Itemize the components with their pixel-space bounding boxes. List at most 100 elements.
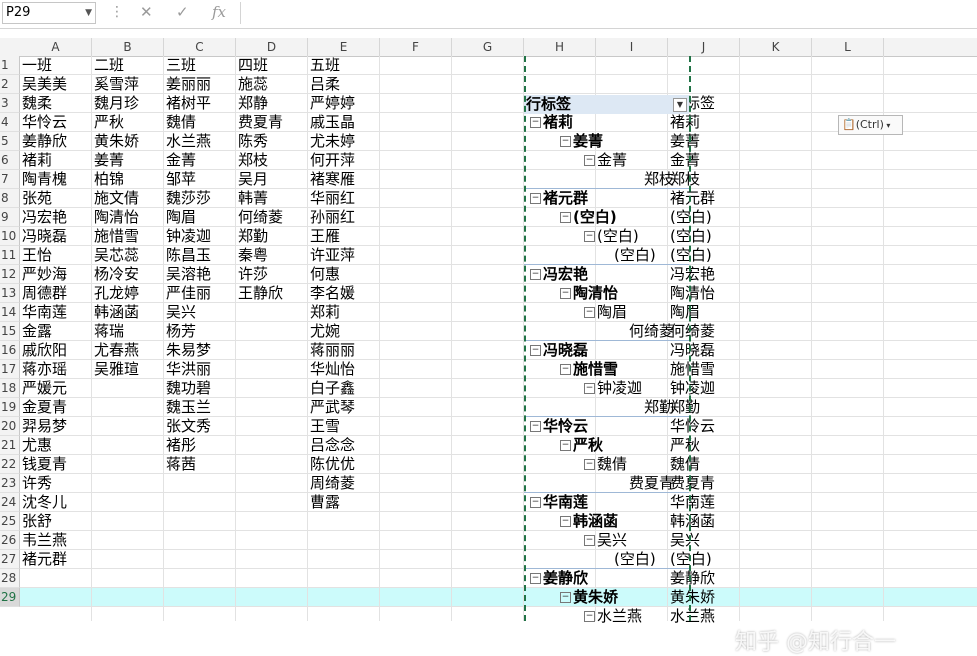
cell-e16[interactable]: 蒋丽丽 (310, 341, 355, 360)
row-header-15[interactable]: 15 (0, 322, 20, 341)
row-header-27[interactable]: 27 (0, 550, 20, 569)
cell-e4[interactable]: 戚玉晶 (310, 113, 355, 132)
cell-c10[interactable]: 钟凌迦 (166, 227, 211, 246)
cell-c16[interactable]: 朱易梦 (166, 341, 211, 360)
cell-a18[interactable]: 严媛元 (22, 379, 67, 398)
row-header-10[interactable]: 10 (0, 227, 20, 246)
row-header-7[interactable]: 7 (0, 170, 20, 189)
cell-c4[interactable]: 魏倩 (166, 113, 196, 132)
cell-a16[interactable]: 戚欣阳 (22, 341, 67, 360)
row-header-8[interactable]: 8 (0, 189, 20, 208)
cell-a11[interactable]: 王怡 (22, 246, 52, 265)
cell-c5[interactable]: 水兰燕 (166, 132, 211, 151)
column-header-j[interactable]: J (668, 38, 740, 56)
cell-d4[interactable]: 费夏青 (238, 113, 283, 132)
cell-b15[interactable]: 蒋瑞 (94, 322, 124, 341)
row-header-17[interactable]: 17 (0, 360, 20, 379)
cell-d9[interactable]: 何绮菱 (238, 208, 283, 227)
cell-d10[interactable]: 郑勤 (238, 227, 268, 246)
cell-d12[interactable]: 许莎 (238, 265, 268, 284)
cell-d7[interactable]: 吴月 (238, 170, 268, 189)
cell-e8[interactable]: 华丽红 (310, 189, 355, 208)
cell-a1[interactable]: 一班 (22, 56, 52, 75)
column-header-l[interactable]: L (812, 38, 884, 56)
cell-c6[interactable]: 金菁 (166, 151, 196, 170)
cell-d13[interactable]: 王静欣 (238, 284, 283, 303)
sheet-grid[interactable]: 一班 吴美美 魏柔 华怜云 姜静欣 褚莉 陶青槐 张苑 冯宏艳 冯晓磊 王怡 严妙海 周德群 华南莲 金露戚… (20, 56, 977, 655)
cell-e3[interactable]: 严婷婷 (310, 94, 355, 113)
cell-a12[interactable]: 严妙海 (22, 265, 67, 284)
cell-a2[interactable]: 吴美美 (22, 75, 67, 94)
cell-d5[interactable]: 陈秀 (238, 132, 268, 151)
cell-a10[interactable]: 冯晓磊 (22, 227, 67, 246)
cell-a9[interactable]: 冯宏艳 (22, 208, 67, 227)
cell-a15[interactable]: 金露 (22, 322, 52, 341)
cell-e2[interactable]: 吕柔 (310, 75, 340, 94)
cell-e1[interactable]: 五班 (310, 56, 340, 75)
row-header-26[interactable]: 26 (0, 531, 20, 550)
cell-c18[interactable]: 魏功碧 (166, 379, 211, 398)
row-header-11[interactable]: 11 (0, 246, 20, 265)
cell-b3[interactable]: 魏月珍 (94, 94, 139, 113)
row-header-6[interactable]: 6 (0, 151, 20, 170)
cell-e22[interactable]: 陈优优 (310, 455, 355, 474)
row-header-13[interactable]: 13 (0, 284, 20, 303)
row-header-21[interactable]: 21 (0, 436, 20, 455)
cell-a5[interactable]: 姜静欣 (22, 132, 67, 151)
cell-b13[interactable]: 孔龙婷 (94, 284, 139, 303)
cell-b4[interactable]: 严秋 (94, 113, 124, 132)
row-header-14[interactable]: 14 (0, 303, 20, 322)
cell-e15[interactable]: 尤婉 (310, 322, 340, 341)
column-header-k[interactable]: K (740, 38, 812, 56)
cell-e9[interactable]: 孙丽红 (310, 208, 355, 227)
cell-b9[interactable]: 陶清怡 (94, 208, 139, 227)
cell-b11[interactable]: 吴芯蕊 (94, 246, 139, 265)
row-header-29[interactable]: 29 (0, 588, 20, 607)
row-header-3[interactable]: 3 (0, 94, 20, 113)
row-header-4[interactable]: 4 (0, 113, 20, 132)
cell-a17[interactable]: 蒋亦瑶 (22, 360, 67, 379)
cell-a7[interactable]: 陶青槐 (22, 170, 67, 189)
column-header-b[interactable]: B (92, 38, 164, 56)
cell-e13[interactable]: 李名媛 (310, 284, 355, 303)
row-header-2[interactable]: 2 (0, 75, 20, 94)
column-header-h[interactable]: H (524, 38, 596, 56)
cell-c14[interactable]: 吴兴 (166, 303, 196, 322)
column-header-g[interactable]: G (452, 38, 524, 56)
cell-c12[interactable]: 吴溶艳 (166, 265, 211, 284)
cell-e21[interactable]: 吕念念 (310, 436, 355, 455)
chevron-down-icon[interactable]: ▼ (85, 3, 92, 23)
cell-c22[interactable]: 蒋茜 (166, 455, 196, 474)
cell-d8[interactable]: 韩菁 (238, 189, 268, 208)
cell-c7[interactable]: 邹苹 (166, 170, 196, 189)
row-header-12[interactable]: 12 (0, 265, 20, 284)
cell-a6[interactable]: 褚莉 (22, 151, 52, 170)
cell-a27[interactable]: 褚元群 (22, 550, 67, 569)
cell-c20[interactable]: 张文秀 (166, 417, 211, 436)
column-header-a[interactable]: A (20, 38, 92, 56)
cell-d11[interactable]: 秦粤 (238, 246, 268, 265)
cell-e6[interactable]: 何开萍 (310, 151, 355, 170)
row-header-5[interactable]: 5 (0, 132, 20, 151)
cell-d3[interactable]: 郑静 (238, 94, 268, 113)
row-header-22[interactable]: 22 (0, 455, 20, 474)
cell-e19[interactable]: 严武琴 (310, 398, 355, 417)
enter-icon[interactable]: ✓ (176, 3, 189, 21)
cell-a13[interactable]: 周德群 (22, 284, 67, 303)
cell-a14[interactable]: 华南莲 (22, 303, 67, 322)
row-header-9[interactable]: 9 (0, 208, 20, 227)
cell-e17[interactable]: 华灿怡 (310, 360, 355, 379)
cell-e14[interactable]: 郑莉 (310, 303, 340, 322)
row-header-1[interactable]: 1 (0, 56, 20, 75)
cell-a25[interactable]: 张舒 (22, 512, 52, 531)
column-header-i[interactable]: I (596, 38, 668, 56)
cell-c15[interactable]: 杨芳 (166, 322, 196, 341)
cell-b2[interactable]: 奚雪萍 (94, 75, 139, 94)
cell-b1[interactable]: 二班 (94, 56, 124, 75)
column-header-c[interactable]: C (164, 38, 236, 56)
cell-b5[interactable]: 黄朱娇 (94, 132, 139, 151)
cell-a3[interactable]: 魏柔 (22, 94, 52, 113)
cell-e10[interactable]: 王雁 (310, 227, 340, 246)
cell-c9[interactable]: 陶眉 (166, 208, 196, 227)
cell-e20[interactable]: 王雪 (310, 417, 340, 436)
